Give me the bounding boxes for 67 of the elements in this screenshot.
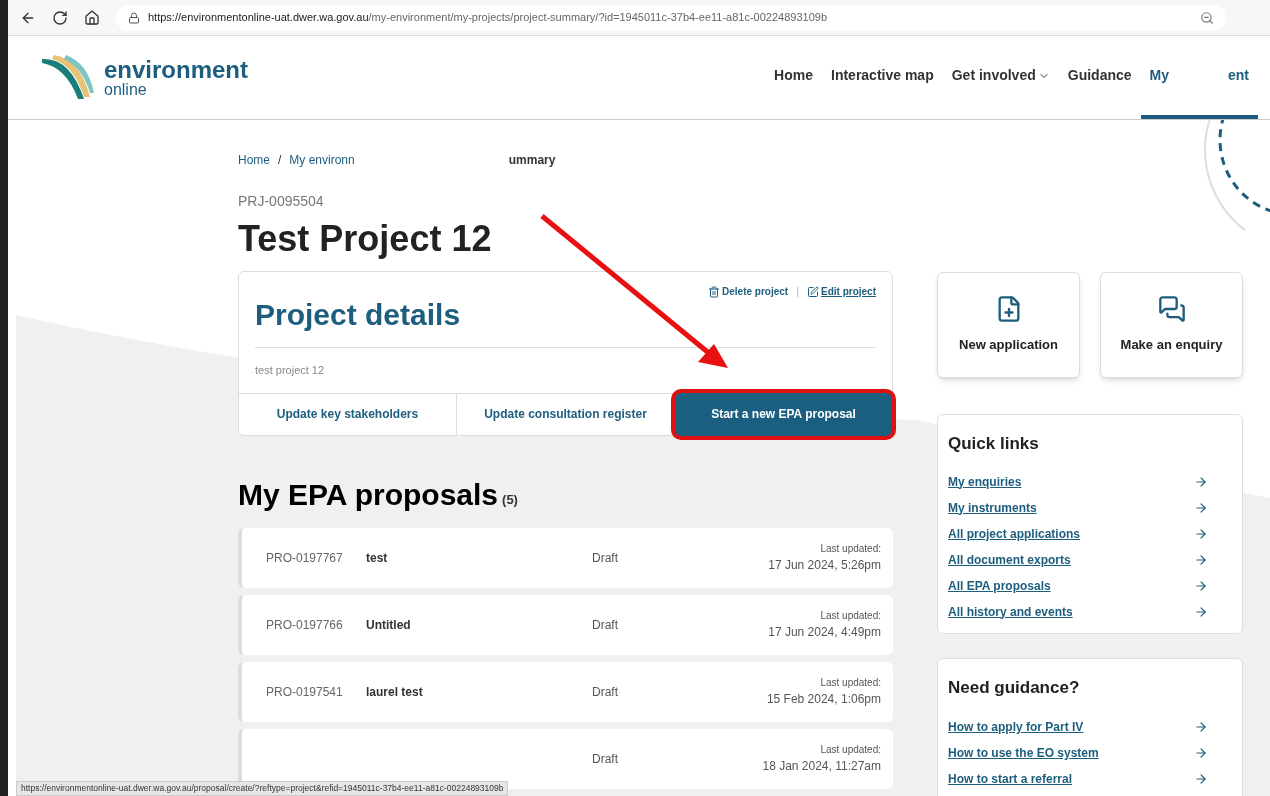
home-icon[interactable] bbox=[84, 9, 100, 26]
action-button[interactable]: Update key stakeholders bbox=[239, 393, 456, 435]
quick-link[interactable]: All EPA proposals bbox=[948, 576, 1051, 595]
quick-link[interactable]: My enquiries bbox=[948, 472, 1022, 491]
proposal-id: PRO-0197766 bbox=[266, 616, 344, 634]
quick-link[interactable]: All project applications bbox=[948, 524, 1081, 543]
nav-link[interactable]: My bbox=[1140, 36, 1178, 119]
zoom-out-icon[interactable] bbox=[1200, 10, 1214, 25]
proposal-name: Untitled bbox=[366, 616, 412, 634]
edit-project-link[interactable]: Edit project bbox=[807, 284, 876, 299]
updated-date: 17 Jun 2024, 4:49pm bbox=[768, 624, 881, 641]
updated-label: Last updated: bbox=[820, 609, 881, 623]
proposal-name: test bbox=[366, 549, 389, 567]
updated-date: 17 Jun 2024, 5:26pm bbox=[768, 557, 881, 574]
nav-link[interactable]: ent bbox=[1178, 36, 1258, 119]
updated-date: 18 Jan 2024, 11:27am bbox=[762, 758, 881, 775]
status-url-tooltip: https://environmentonline-uat.dwer.wa.gov.au/proposal/create/?reftype=project&refid=1945011c-37b4-ee11-a81c-00224893109b bbox=[16, 781, 509, 796]
breadcrumb-separator: / bbox=[278, 152, 282, 169]
section-title: My EPA proposals bbox=[238, 479, 499, 510]
breadcrumb-current: ummary bbox=[508, 152, 556, 169]
action-tile[interactable]: Make an enquiry bbox=[1100, 272, 1243, 378]
reload-icon[interactable] bbox=[52, 9, 68, 26]
proposal-status: Draft bbox=[592, 549, 619, 567]
proposal-count: (5) bbox=[502, 491, 518, 509]
breadcrumb-link[interactable]: Home bbox=[238, 151, 270, 169]
trash-icon bbox=[708, 285, 721, 298]
delete-project-link[interactable]: Delete project bbox=[708, 284, 789, 299]
edit-icon bbox=[807, 285, 819, 298]
address-bar[interactable]: https://environmentonline-uat.dwer.wa.gov.au/my-environment/my-projects/project-summary/?id=1945011c-37b4-ee11-a81c-00224893109b bbox=[116, 4, 1226, 31]
lock-icon bbox=[128, 11, 140, 24]
updated-label: Last updated: bbox=[820, 676, 881, 690]
updated-label: Last updated: bbox=[820, 743, 881, 757]
updated-label: Last updated: bbox=[820, 542, 881, 556]
proposal-row[interactable]: PRO-0197541 laurel test Draft Last updated: 15 Feb 2024, 1:06pm bbox=[238, 661, 893, 722]
action-tile[interactable]: New application bbox=[937, 272, 1080, 378]
updated-date: 15 Feb 2024, 1:06pm bbox=[766, 691, 881, 708]
project-description: test project 12 bbox=[255, 363, 326, 378]
quick-link[interactable]: All document exports bbox=[948, 550, 1071, 569]
proposal-id: PRO-0197541 bbox=[266, 683, 344, 701]
quick-link[interactable]: How to apply for Part IV bbox=[948, 718, 1084, 736]
proposal-row[interactable]: PRO-0197767 test Draft Last updated: 17 Jun 2024, 5:26pm bbox=[238, 527, 893, 588]
nav-link[interactable]: Guidance bbox=[1058, 36, 1141, 119]
breadcrumb-link[interactable]: My environn bbox=[289, 151, 355, 169]
nav-link[interactable]: Interactive map bbox=[822, 36, 943, 119]
chat-bubbles-icon bbox=[1157, 295, 1186, 324]
project-title: Test Project 12 bbox=[238, 217, 493, 261]
logo-subtitle: online bbox=[104, 81, 148, 98]
link-separator: | bbox=[796, 285, 799, 299]
logo-title: environment bbox=[104, 57, 249, 82]
card-title: Project details bbox=[255, 297, 461, 333]
quick-link[interactable]: My instruments bbox=[948, 498, 1037, 517]
project-id: PRJ-0095504 bbox=[238, 192, 325, 211]
proposal-status: Draft bbox=[592, 616, 619, 634]
proposal-status: Draft bbox=[592, 750, 619, 768]
proposal-row[interactable]: PRO-0197766 Untitled Draft Last updated: 17 Jun 2024, 4:49pm bbox=[238, 594, 893, 655]
quick-link[interactable]: How to start a referral bbox=[948, 770, 1073, 788]
url-text: https://environmentonline-uat.dwer.wa.gov.au/my-environment/my-projects/project-summary/?id=1945011c-37b4-ee11-a81c-00224893109b bbox=[148, 10, 828, 26]
quick-link[interactable]: All history and events bbox=[948, 602, 1073, 621]
card-title: Quick links bbox=[948, 433, 1040, 455]
nav-link[interactable]: Get involved bbox=[942, 36, 1059, 119]
proposal-name: laurel test bbox=[366, 683, 424, 701]
proposal-status: Draft bbox=[592, 683, 619, 701]
nav-link[interactable]: Home bbox=[765, 36, 822, 119]
card-title: Need guidance? bbox=[948, 676, 1081, 699]
proposal-id: PRO-0197767 bbox=[266, 549, 344, 567]
quick-link[interactable]: How to use the EO system bbox=[948, 744, 1099, 762]
action-button[interactable]: Update consultation register bbox=[457, 393, 674, 435]
